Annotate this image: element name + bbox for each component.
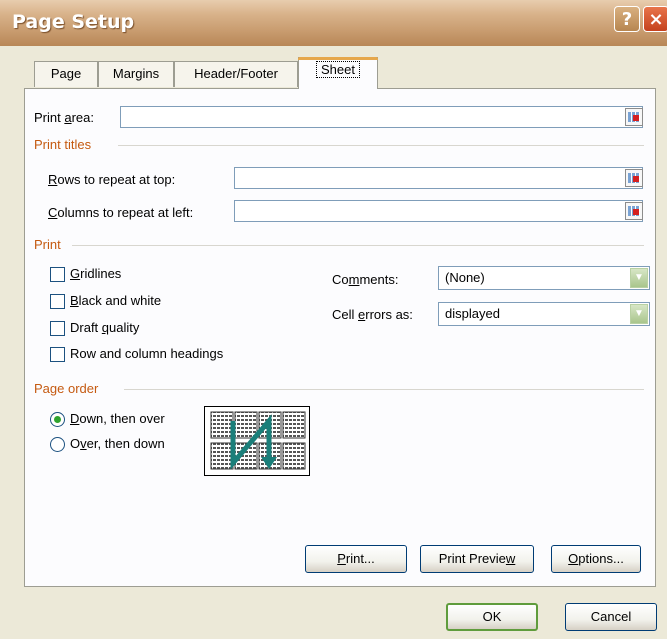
comments-value: (None) (445, 270, 485, 285)
comments-label: Comments: (332, 272, 399, 287)
print-preview-button[interactable]: Print Preview (420, 545, 534, 573)
print-titles-divider (118, 145, 644, 146)
columns-to-repeat-label: Columns to repeat at left: (48, 205, 194, 220)
print-divider (72, 245, 644, 246)
over-then-down-label: Over, then down (70, 436, 165, 451)
gridlines-checkbox[interactable] (50, 267, 65, 282)
title-bar[interactable]: Page Setup ? × (0, 0, 667, 46)
down-then-over-radio[interactable] (50, 412, 65, 427)
draft-quality-checkbox[interactable] (50, 321, 65, 336)
black-and-white-label: Black and white (70, 293, 162, 308)
columns-to-repeat-field[interactable] (234, 200, 643, 222)
page-order-preview-image (204, 406, 310, 476)
cell-errors-value: displayed (445, 306, 500, 321)
cell-errors-label: Cell errors as: (332, 307, 413, 322)
range-picker-icon[interactable] (625, 108, 643, 126)
page-setup-dialog: Page Setup ? × Page Margins Header/Foote… (0, 0, 667, 639)
chevron-down-icon[interactable]: ▼ (630, 268, 648, 288)
chevron-down-icon[interactable]: ▼ (630, 304, 648, 324)
tab-margins[interactable]: Margins (98, 61, 174, 87)
ok-button[interactable]: OK (446, 603, 538, 631)
range-picker-icon[interactable] (625, 202, 643, 220)
tab-header-footer[interactable]: Header/Footer (174, 61, 298, 87)
rows-to-repeat-label: Rows to repeat at top: (48, 172, 176, 187)
print-heading: Print (34, 237, 61, 252)
range-picker-icon[interactable] (625, 169, 643, 187)
over-then-down-radio[interactable] (50, 437, 65, 452)
sheet-panel (24, 88, 656, 587)
tab-page[interactable]: Page (34, 61, 98, 87)
tab-sheet[interactable]: Sheet (298, 57, 378, 89)
page-order-diagram-icon (210, 411, 306, 470)
page-order-heading: Page order (34, 381, 99, 396)
row-column-headings-label: Row and column headings (70, 346, 224, 361)
print-titles-heading: Print titles (34, 137, 92, 152)
black-and-white-checkbox[interactable] (50, 294, 65, 309)
dialog-title: Page Setup (12, 11, 135, 33)
comments-select[interactable]: (None) ▼ (438, 266, 650, 290)
draft-quality-label: Draft quality (70, 320, 140, 335)
tab-sheet-label: Sheet (316, 61, 360, 78)
help-button[interactable]: ? (614, 6, 640, 32)
row-column-headings-checkbox[interactable] (50, 347, 65, 362)
cancel-button[interactable]: Cancel (565, 603, 657, 631)
gridlines-label: Gridlines (70, 266, 122, 281)
print-area-field[interactable] (120, 106, 643, 128)
print-area-label: Print area: (34, 110, 94, 125)
print-button[interactable]: Print... (305, 545, 407, 573)
cell-errors-select[interactable]: displayed ▼ (438, 302, 650, 326)
down-then-over-label: Down, then over (70, 411, 165, 426)
page-order-divider (124, 389, 644, 390)
close-button[interactable]: × (643, 6, 667, 32)
options-button[interactable]: Options... (551, 545, 641, 573)
rows-to-repeat-field[interactable] (234, 167, 643, 189)
